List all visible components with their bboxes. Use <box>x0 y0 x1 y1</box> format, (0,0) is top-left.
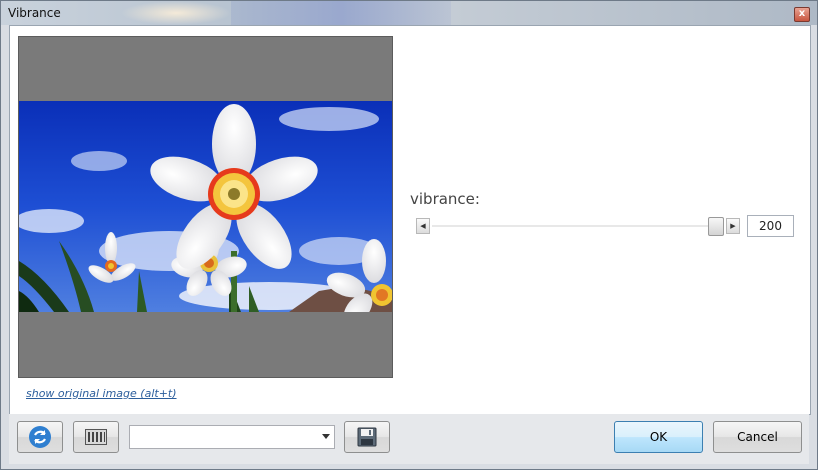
vibrance-label: vibrance: <box>410 190 480 208</box>
vibrance-value-field[interactable]: 200 <box>747 215 794 237</box>
slider-right-arrow[interactable]: ▶ <box>726 218 740 234</box>
vibrance-slider[interactable]: ◀ ▶ <box>416 216 742 236</box>
cancel-button[interactable]: Cancel <box>713 421 802 453</box>
save-preset-button[interactable] <box>344 421 390 453</box>
image-preview <box>18 36 393 378</box>
show-original-link[interactable]: show original image (alt+t) <box>26 387 177 400</box>
presets-button[interactable] <box>73 421 119 453</box>
title-bar-glass <box>121 1 231 25</box>
reset-button[interactable] <box>17 421 63 453</box>
title-bar[interactable]: Vibrance x <box>1 1 817 25</box>
slider-left-arrow[interactable]: ◀ <box>416 218 430 234</box>
refresh-icon <box>29 426 51 448</box>
dialog-content: show original image (alt+t) vibrance: ◀ … <box>9 25 811 415</box>
ok-button[interactable]: OK <box>614 421 703 453</box>
window-title: Vibrance <box>8 6 61 20</box>
vibrance-dialog: Vibrance x show original image (alt+t) v… <box>0 0 818 470</box>
bottom-toolbar: OK Cancel <box>9 414 809 464</box>
preset-select[interactable] <box>129 425 335 449</box>
slider-thumb[interactable] <box>708 217 724 236</box>
presets-icon <box>85 429 107 445</box>
close-icon: x <box>798 8 806 19</box>
floppy-disk-icon <box>357 427 377 447</box>
close-button[interactable]: x <box>794 7 810 22</box>
slider-track[interactable] <box>432 225 714 227</box>
title-bar-glass-2 <box>231 1 451 25</box>
preview-image <box>19 101 392 312</box>
chevron-down-icon <box>322 434 330 439</box>
